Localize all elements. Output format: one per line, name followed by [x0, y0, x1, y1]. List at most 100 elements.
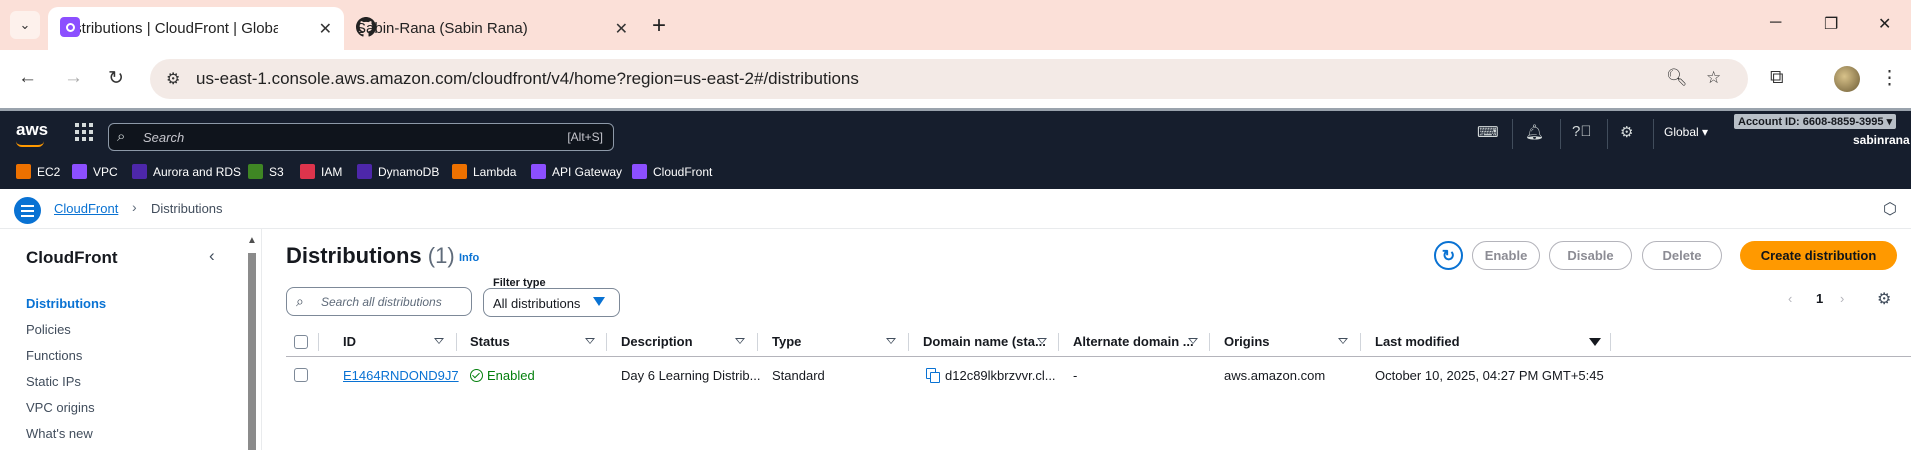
restore-icon[interactable]: ❐ [1824, 14, 1838, 34]
disable-button[interactable]: Disable [1549, 241, 1632, 270]
fav-cloudfront[interactable]: CloudFront [632, 164, 712, 179]
breadcrumb-current: Distributions [151, 201, 223, 216]
header-divider [1607, 119, 1608, 149]
col-type[interactable]: Type [772, 334, 801, 349]
chevron-down-icon: ⌄ [19, 17, 31, 32]
sort-desc-icon[interactable] [1589, 338, 1601, 346]
col-alternate-domain[interactable]: Alternate domain ... [1073, 334, 1194, 349]
extensions-icon[interactable]: ⧉ [1770, 67, 1784, 89]
reload-icon[interactable]: ↻ [108, 67, 124, 90]
bookmark-star-icon[interactable]: ☆ [1706, 68, 1721, 88]
close-tab-icon[interactable]: ✕ [319, 19, 332, 39]
close-window-icon[interactable]: ✕ [1878, 14, 1891, 34]
col-last-modified[interactable]: Last modified [1375, 334, 1460, 349]
settings-gear-icon[interactable]: ⚙ [1620, 123, 1633, 141]
sidebar-item-static-ips[interactable]: Static IPs [26, 374, 81, 389]
create-distribution-button[interactable]: Create distribution [1740, 241, 1897, 270]
column-divider [1058, 333, 1059, 351]
copy-icon[interactable] [926, 368, 940, 383]
cloudshell-icon[interactable]: ⌨ [1477, 123, 1499, 141]
back-icon[interactable]: ← [18, 67, 37, 89]
tab-title: Sabin-Rana (Sabin Rana) [356, 20, 528, 37]
search-icon: ⌕ [296, 293, 304, 309]
column-divider [1209, 333, 1210, 351]
sidebar-item-functions[interactable]: Functions [26, 348, 82, 363]
aws-logo[interactable]: aws [16, 120, 48, 147]
header-divider [1560, 119, 1561, 149]
sidebar-item-vpc-origins[interactable]: VPC origins [26, 400, 95, 415]
minimize-icon[interactable]: ─ [1770, 14, 1781, 32]
user-name[interactable]: sabinrana [1853, 133, 1910, 147]
col-description[interactable]: Description [621, 334, 693, 349]
sort-icon[interactable] [585, 338, 595, 344]
sidebar-item-policies[interactable]: Policies [26, 322, 71, 337]
breadcrumb-cloudfront-link[interactable]: CloudFront [54, 201, 118, 216]
row-checkbox[interactable] [294, 368, 308, 382]
prev-page-icon[interactable]: ‹ [1788, 291, 1792, 306]
sort-icon[interactable] [1188, 338, 1198, 344]
table-settings-icon[interactable]: ⚙ [1877, 289, 1891, 309]
delete-button[interactable]: Delete [1642, 241, 1722, 270]
tab-cloudfront[interactable]: Distributions | CloudFront | Global ✕ [48, 7, 344, 50]
rds-icon [132, 164, 147, 179]
region-selector[interactable]: Global ▾ [1664, 125, 1708, 139]
scrollbar-thumb[interactable] [248, 253, 256, 450]
fav-s3[interactable]: S3 [248, 164, 284, 179]
sidebar: CloudFront ‹ Distributions Policies Func… [0, 229, 262, 450]
tab-search-button[interactable]: ⌄ [10, 11, 40, 39]
distribution-id-link[interactable]: E1464RNDOND9J7 [343, 368, 459, 383]
forward-icon[interactable]: → [64, 67, 83, 89]
aws-search-input[interactable]: ⌕ Search [Alt+S] [108, 123, 614, 151]
fav-iam[interactable]: IAM [300, 164, 342, 179]
url-field[interactable]: ⚙ us-east-1.console.aws.amazon.com/cloud… [150, 59, 1748, 99]
sort-icon[interactable] [735, 338, 745, 344]
close-tab-icon[interactable]: ✕ [615, 19, 628, 39]
select-all-checkbox[interactable] [294, 335, 308, 349]
sort-icon[interactable] [1037, 338, 1047, 344]
fav-lambda[interactable]: Lambda [452, 164, 516, 179]
fav-vpc[interactable]: VPC [72, 164, 118, 179]
close-sidebar-icon[interactable]: ‹ [209, 246, 215, 266]
fav-api-gateway[interactable]: API Gateway [531, 164, 622, 179]
table-header: ID Status Description Type Domain name (… [286, 327, 1911, 357]
tab-github[interactable]: Sabin-Rana (Sabin Rana) ✕ [344, 7, 640, 50]
zoom-icon[interactable]: 🔍︎ [1666, 68, 1688, 88]
sidebar-title: CloudFront [26, 248, 118, 267]
notifications-bell-icon[interactable]: 🔔︎ [1525, 123, 1544, 141]
search-distributions-input[interactable]: ⌕ Search all distributions [286, 287, 472, 316]
fav-aurora-rds[interactable]: Aurora and RDS [132, 164, 241, 179]
refresh-button[interactable]: ↻ [1434, 241, 1463, 270]
menu-dots-icon[interactable]: ⋮ [1880, 67, 1899, 90]
github-favicon-icon [356, 17, 376, 37]
next-page-icon[interactable]: › [1840, 291, 1844, 306]
search-placeholder: Search all distributions [321, 295, 442, 309]
profile-avatar[interactable] [1834, 66, 1860, 92]
feedback-hexagon-icon[interactable]: ⬡ [1883, 199, 1897, 219]
sort-icon[interactable] [1338, 338, 1348, 344]
col-status[interactable]: Status [470, 334, 510, 349]
page-number[interactable]: 1 [1816, 291, 1823, 306]
menu-icon[interactable] [14, 197, 41, 224]
scroll-up-icon[interactable]: ▲ [247, 235, 257, 246]
account-id-badge[interactable]: Account ID: 6608-8859-3995 ▾ [1734, 114, 1897, 129]
page-title: Distributions (1) [286, 243, 455, 268]
col-id[interactable]: ID [343, 334, 356, 349]
fav-dynamodb[interactable]: DynamoDB [357, 164, 439, 179]
sort-icon[interactable] [434, 338, 444, 344]
col-domain-name[interactable]: Domain name (sta... [923, 334, 1046, 349]
site-info-icon[interactable]: ⚙ [166, 69, 180, 89]
type-cell: Standard [772, 368, 825, 383]
sort-icon[interactable] [886, 338, 896, 344]
sidebar-scrollbar[interactable]: ▲ [246, 235, 258, 450]
enable-button[interactable]: Enable [1472, 241, 1540, 270]
fav-ec2[interactable]: EC2 [16, 164, 60, 179]
col-origins[interactable]: Origins [1224, 334, 1270, 349]
filter-type-select[interactable]: All distributions [483, 288, 620, 317]
sidebar-item-distributions[interactable]: Distributions [26, 296, 106, 311]
help-icon[interactable]: ?⃝ [1572, 123, 1592, 140]
info-link[interactable]: Info [459, 252, 479, 264]
new-tab-button[interactable]: + [652, 12, 666, 40]
s3-icon [248, 164, 263, 179]
sidebar-item-whats-new[interactable]: What's new [26, 426, 93, 441]
services-grid-icon[interactable] [75, 123, 93, 141]
